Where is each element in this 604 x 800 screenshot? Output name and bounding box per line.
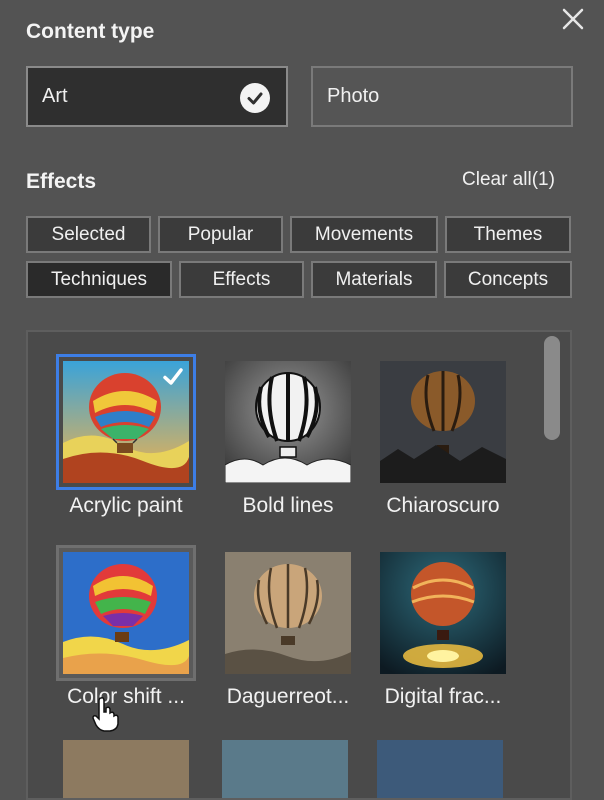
checkmark-circle-icon: [240, 83, 270, 113]
content-panel: Content type Art Photo Effects Clear all…: [0, 0, 604, 800]
content-type-photo-label: Photo: [327, 85, 380, 107]
tab-themes[interactable]: Themes: [445, 216, 571, 253]
effect-label: Acrylic paint: [69, 494, 183, 517]
effect-thumbnail-partial[interactable]: [377, 740, 503, 798]
tab-techniques[interactable]: Techniques: [26, 261, 172, 298]
digital-fractal-thumbnail: [380, 552, 506, 674]
color-shift-thumbnail: [63, 552, 189, 674]
tab-materials[interactable]: Materials: [311, 261, 437, 298]
tab-movements[interactable]: Movements: [290, 216, 438, 253]
effect-label: Daguerreot...: [226, 685, 350, 708]
content-type-title: Content type: [26, 20, 155, 43]
effect-thumbnail-frame: [218, 354, 358, 490]
bold-lines-thumbnail: [225, 361, 351, 483]
tab-selected[interactable]: Selected: [26, 216, 151, 253]
effect-label: Bold lines: [242, 494, 334, 517]
hand-cursor-icon: [91, 696, 121, 737]
effect-thumbnail-frame: [56, 354, 196, 490]
tab-effects[interactable]: Effects: [179, 261, 304, 298]
effect-thumbnail-frame: [218, 545, 358, 681]
chiaroscuro-thumbnail: [380, 361, 506, 483]
tab-popular[interactable]: Popular: [158, 216, 283, 253]
grid-scrollbar[interactable]: [544, 336, 560, 440]
effect-thumbnail-frame: [373, 545, 513, 681]
close-icon[interactable]: [558, 4, 588, 34]
effect-thumbnail-frame: [56, 545, 196, 681]
effect-label: Digital frac...: [384, 685, 502, 708]
effect-thumbnail-partial[interactable]: [222, 740, 348, 798]
content-type-photo-button[interactable]: Photo: [311, 66, 573, 127]
effects-title: Effects: [26, 170, 97, 193]
effect-label: Color shift ...: [67, 685, 185, 708]
content-type-art-button[interactable]: Art: [26, 66, 288, 127]
clear-all-link[interactable]: Clear all(1): [462, 169, 555, 191]
content-type-art-label: Art: [42, 85, 68, 107]
effect-thumbnail-frame: [373, 354, 513, 490]
selected-check-icon: [161, 365, 185, 394]
effect-thumbnail-partial[interactable]: [63, 740, 189, 798]
effect-label: Chiaroscuro: [386, 494, 500, 517]
tab-concepts[interactable]: Concepts: [444, 261, 572, 298]
daguerreotype-thumbnail: [225, 552, 351, 674]
